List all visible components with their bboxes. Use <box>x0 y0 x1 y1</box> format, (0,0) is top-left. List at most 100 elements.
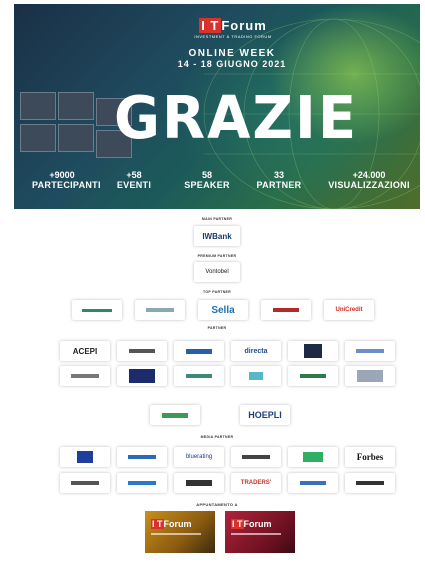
logo-mark <box>249 372 263 380</box>
logo-acepi[interactable]: ACEPI <box>60 341 110 361</box>
stat-partner: 33 PARTNER <box>254 170 304 190</box>
section-top-partner: TOP PARTNER <box>203 290 231 294</box>
event-dates: ONLINE WEEK 14 - 18 GIUGNO 2021 <box>144 48 320 69</box>
logo-partner-2[interactable] <box>117 341 167 361</box>
stat-value: 33 <box>273 170 284 180</box>
logo-directa[interactable]: directa <box>231 341 281 361</box>
logo-partner-6[interactable] <box>345 341 395 361</box>
stat-value: 58 <box>201 170 212 180</box>
event-date-range: 14 - 18 GIUGNO 2021 <box>177 59 287 69</box>
logo-text: Sella <box>211 304 235 316</box>
logo-text: TRADERS' <box>240 480 272 486</box>
logo-media-5[interactable] <box>288 447 338 467</box>
logo-top-partner-4[interactable] <box>261 300 311 320</box>
logo-text: Forbes <box>356 452 384 462</box>
logo-mid-partner-1[interactable] <box>150 405 200 425</box>
logo-it: I T <box>199 18 222 33</box>
logo-text: directa <box>244 347 268 355</box>
itforum-logo: I T Forum INVESTMENT & TRADING FORUM <box>185 18 281 46</box>
stat-value: +24.000 <box>352 170 386 180</box>
logo-mark <box>186 374 212 378</box>
stat-value: +58 <box>126 170 142 180</box>
logo-mark <box>129 349 155 353</box>
logo-mark <box>273 308 299 312</box>
logo-mark <box>304 344 322 358</box>
logo-text: UniCredit <box>335 307 363 313</box>
logo-partner-5[interactable] <box>288 341 338 361</box>
logo-mark <box>356 349 384 353</box>
logo-text: HOEPLI <box>248 410 282 420</box>
logo-mark <box>186 480 212 486</box>
event-card-line <box>231 533 281 535</box>
logo-partner-11[interactable] <box>288 366 338 386</box>
logo-media-7[interactable] <box>60 473 110 493</box>
headline-grazie: GRAZIE <box>114 84 359 153</box>
stat-eventi: +58 EVENTI <box>114 170 154 190</box>
logo-media-9[interactable] <box>174 473 224 493</box>
logo-mark <box>82 308 112 312</box>
logo-partner-12[interactable] <box>345 366 395 386</box>
logo-text: ACEPI <box>72 346 98 356</box>
logo-name: Forum <box>221 18 267 33</box>
logo-mark <box>303 452 323 462</box>
logo-media-8[interactable] <box>117 473 167 493</box>
logo-mark <box>356 481 384 485</box>
logo-vontobel[interactable]: Vontobel <box>194 262 240 282</box>
stat-label: VISUALIZZAZIONI <box>328 180 410 190</box>
logo-media-4[interactable] <box>231 447 281 467</box>
logo-partner-9[interactable] <box>174 366 224 386</box>
event-card-line <box>151 533 201 535</box>
logo-media-12[interactable] <box>345 473 395 493</box>
stat-label: SPEAKER <box>184 180 230 190</box>
logo-unicredit[interactable]: UniCredit <box>324 300 374 320</box>
logo-mark <box>77 451 93 463</box>
logo-it: I T <box>151 519 164 529</box>
logo-top-partner-1[interactable] <box>72 300 122 320</box>
logo-mark <box>186 348 212 354</box>
section-premium-partner: PREMIUM PARTNER <box>197 254 237 258</box>
logo-text: IWBank <box>202 231 232 241</box>
logo-forbes[interactable]: Forbes <box>345 447 395 467</box>
logo-iwbank[interactable]: IWBank <box>194 226 240 246</box>
event-card-logo: I TForum <box>151 519 192 529</box>
stat-partecipanti: +9000 PARTECIPANTI <box>32 170 101 190</box>
next-event-card-2[interactable]: I TForum <box>225 511 295 553</box>
logo-mark <box>300 481 326 485</box>
logo-media-11[interactable] <box>288 473 338 493</box>
section-main-partner: MAIN PARTNER <box>201 217 233 221</box>
logo-traders[interactable]: TRADERS' <box>231 473 281 493</box>
logo-text: bluerating <box>185 454 213 460</box>
section-partner: PARTNER <box>207 326 227 330</box>
event-card-logo: I TForum <box>231 519 272 529</box>
logo-media-1[interactable] <box>60 447 110 467</box>
logo-partner-10[interactable] <box>231 366 281 386</box>
logo-hoepli[interactable]: HOEPLI <box>240 405 290 425</box>
logo-it: I T <box>231 519 244 529</box>
logo-top-partner-2[interactable] <box>135 300 185 320</box>
logo-partner-3[interactable] <box>174 341 224 361</box>
logo-mark <box>129 369 155 383</box>
logo-mark <box>71 481 99 485</box>
logo-subtitle: INVESTMENT & TRADING FORUM <box>194 34 272 39</box>
logo-mark <box>146 308 174 312</box>
logo-bluerating[interactable]: bluerating <box>174 447 224 467</box>
logo-name: Forum <box>163 519 192 529</box>
logo-sella[interactable]: Sella <box>198 300 248 320</box>
hero-banner: I T Forum INVESTMENT & TRADING FORUM ONLI… <box>14 4 420 209</box>
stat-label: EVENTI <box>116 180 152 190</box>
logo-mark <box>242 455 270 459</box>
stat-visualizzazioni: +24.000 VISUALIZZAZIONI <box>326 170 412 190</box>
logo-partner-8[interactable] <box>117 366 167 386</box>
logo-media-2[interactable] <box>117 447 167 467</box>
logo-mark <box>128 455 156 459</box>
logo-mark <box>300 374 326 378</box>
logo-text: Vontobel <box>205 269 229 275</box>
stat-label: PARTECIPANTI <box>32 180 101 190</box>
stats-bar: +9000 PARTECIPANTI +58 EVENTI 58 SPEAKER… <box>14 170 420 200</box>
next-event-card-1[interactable]: I TForum <box>145 511 215 553</box>
logo-mark <box>162 412 188 418</box>
section-appuntamento: APPUNTAMENTO A <box>196 502 238 507</box>
logo-partner-7[interactable] <box>60 366 110 386</box>
online-week-title: ONLINE WEEK <box>188 48 276 59</box>
logo-mark <box>71 374 99 378</box>
